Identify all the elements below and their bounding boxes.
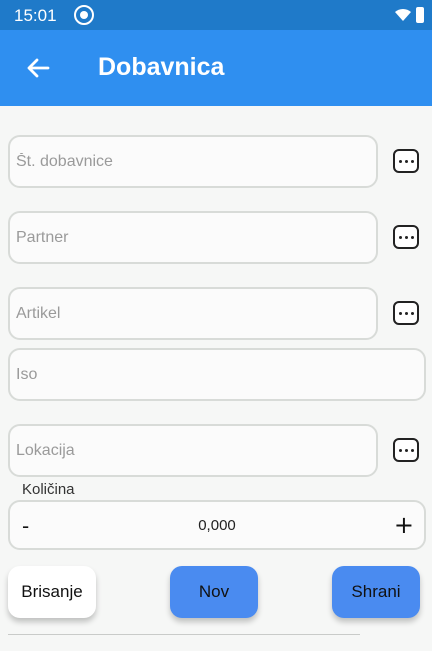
partner-field[interactable] [8, 211, 378, 264]
quantity-increment-button[interactable]: + [394, 511, 414, 539]
app-bar: Dobavnica [0, 30, 432, 106]
article-field[interactable] [8, 287, 378, 340]
at-sign-icon [74, 5, 94, 25]
wifi-icon [395, 8, 411, 21]
quantity-value[interactable]: 0,000 [10, 517, 424, 534]
location-input[interactable] [10, 426, 376, 475]
delete-button[interactable]: Brisanje [8, 566, 96, 618]
location-more-button[interactable] [393, 438, 419, 462]
delivery-note-input[interactable] [10, 137, 376, 186]
status-bar: 15:01 [0, 0, 432, 30]
save-button[interactable]: Shrani [332, 566, 420, 618]
delivery-note-more-button[interactable] [393, 149, 419, 173]
battery-icon [416, 7, 424, 23]
partner-input[interactable] [10, 213, 376, 262]
divider [8, 634, 360, 635]
status-icons [394, 7, 424, 23]
quantity-label: Količina [22, 481, 75, 498]
status-time: 15:01 [14, 6, 57, 25]
location-field[interactable] [8, 424, 378, 477]
new-button[interactable]: Nov [170, 566, 258, 618]
back-arrow-icon[interactable] [24, 54, 52, 82]
iso-input[interactable] [10, 350, 424, 399]
delivery-note-field[interactable] [8, 135, 378, 188]
article-more-button[interactable] [393, 301, 419, 325]
quantity-stepper: - 0,000 + [8, 500, 426, 550]
partner-more-button[interactable] [393, 225, 419, 249]
page-title: Dobavnica [98, 53, 225, 81]
iso-field[interactable] [8, 348, 426, 401]
article-input[interactable] [10, 289, 376, 338]
